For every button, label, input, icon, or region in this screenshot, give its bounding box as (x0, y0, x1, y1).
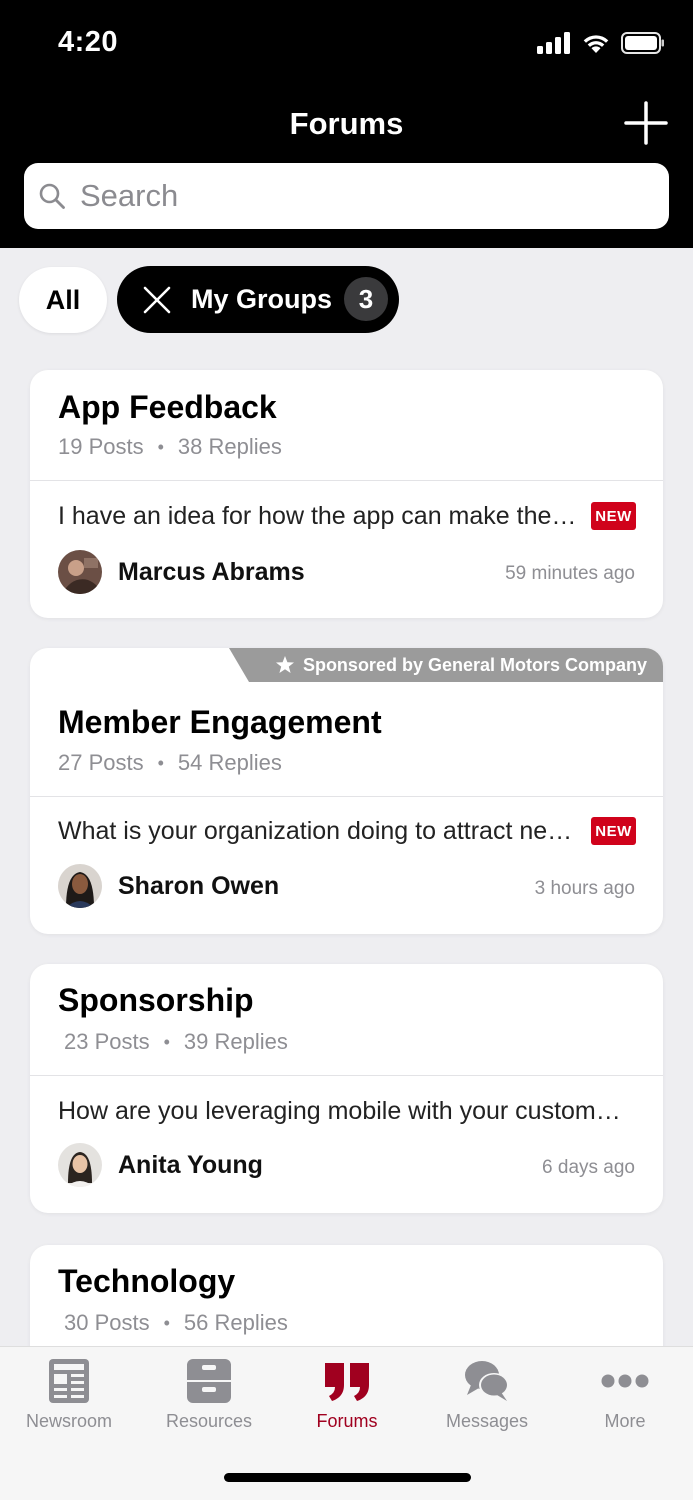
post-time: 59 minutes ago (505, 563, 635, 584)
tab-resources[interactable]: Resources (140, 1357, 278, 1443)
latest-post-preview[interactable]: What is your organization doing to attra… (58, 817, 578, 846)
status-icons (537, 30, 665, 56)
forum-title: App Feedback (58, 389, 277, 425)
tab-newsroom[interactable]: Newsroom (0, 1357, 138, 1443)
avatar (58, 550, 102, 594)
forum-stats: 19 Posts • 38 Replies (58, 434, 282, 460)
filter-all-chip[interactable]: All (19, 267, 107, 333)
new-badge: NEW (591, 502, 636, 530)
tab-label: Forums (316, 1411, 378, 1431)
reply-count: 38 Replies (177, 434, 282, 459)
post-count: 23 Posts (64, 1029, 150, 1054)
tab-forums[interactable]: Forums (278, 1357, 416, 1443)
plus-icon (624, 101, 668, 145)
wifi-icon (583, 35, 609, 53)
forum-title: Technology (58, 1263, 236, 1299)
sponsor-text: Sponsored by General Motors Company (302, 654, 647, 675)
separator-dot: • (163, 1312, 170, 1333)
post-time: 3 hours ago (534, 878, 635, 899)
sponsor-banner: Sponsored by General Motors Company (229, 648, 663, 682)
forum-title: Sponsorship (58, 982, 254, 1018)
filter-my-groups-chip[interactable]: My Groups 3 (117, 266, 399, 333)
post-count: 19 Posts (58, 434, 144, 459)
author-name: Marcus Abrams (118, 558, 305, 586)
forum-card-app-feedback[interactable]: App Feedback 19 Posts • 38 Replies I hav… (30, 370, 663, 618)
latest-post-preview[interactable]: How are you leveraging mobile with your … (58, 1097, 633, 1126)
battery-icon (621, 32, 664, 54)
archive-box-icon (187, 1359, 231, 1403)
divider (30, 1075, 663, 1076)
ellipsis-icon (601, 1374, 649, 1388)
home-indicator[interactable] (224, 1473, 471, 1482)
my-groups-label: My Groups (191, 284, 333, 314)
author-name: Anita Young (118, 1151, 263, 1179)
post-time: 6 days ago (542, 1157, 635, 1178)
new-badge: NEW (591, 817, 636, 845)
page-title: Forums (289, 106, 404, 141)
divider (30, 796, 663, 797)
tab-label: Messages (445, 1411, 529, 1431)
forum-stats: 30 Posts • 56 Replies (64, 1310, 288, 1336)
close-icon[interactable] (143, 286, 171, 314)
add-post-button[interactable] (622, 100, 670, 146)
tab-label: Resources (165, 1411, 253, 1431)
tab-label: More (604, 1411, 646, 1431)
latest-post-preview[interactable]: I have an idea for how the app can make … (58, 502, 578, 531)
search-icon (39, 183, 65, 209)
separator-dot: • (157, 752, 164, 773)
forum-stats: 23 Posts • 39 Replies (64, 1029, 288, 1055)
reply-count: 56 Replies (183, 1310, 288, 1335)
avatar (58, 1143, 102, 1187)
separator-dot: • (163, 1031, 170, 1052)
separator-dot: • (157, 436, 164, 457)
quote-icon (325, 1363, 369, 1401)
forum-title: Member Engagement (58, 704, 382, 740)
tab-messages[interactable]: Messages (418, 1357, 556, 1443)
reply-count: 39 Replies (183, 1029, 288, 1054)
search-bar[interactable] (24, 163, 669, 229)
post-count: 30 Posts (64, 1310, 150, 1335)
cellular-signal-icon (537, 32, 570, 54)
forum-card-sponsorship[interactable]: Sponsorship 23 Posts • 39 Replies How ar… (30, 964, 663, 1213)
status-time: 4:20 (58, 26, 119, 58)
author-name: Sharon Owen (118, 872, 280, 900)
forum-card-member-engagement[interactable]: Sponsored by General Motors Company Memb… (30, 648, 663, 934)
star-icon (275, 656, 294, 673)
search-input[interactable] (80, 178, 669, 214)
newspaper-icon (49, 1359, 89, 1403)
tab-label: Newsroom (25, 1411, 113, 1431)
reply-count: 54 Replies (177, 750, 282, 775)
app-header: 4:20 Forums (0, 0, 693, 248)
my-groups-count-badge: 3 (344, 277, 388, 321)
avatar (58, 864, 102, 908)
divider (30, 480, 663, 481)
forum-stats: 27 Posts • 54 Replies (58, 750, 282, 776)
tab-more[interactable]: More (556, 1357, 693, 1443)
chat-bubbles-icon (465, 1361, 509, 1401)
post-count: 27 Posts (58, 750, 144, 775)
